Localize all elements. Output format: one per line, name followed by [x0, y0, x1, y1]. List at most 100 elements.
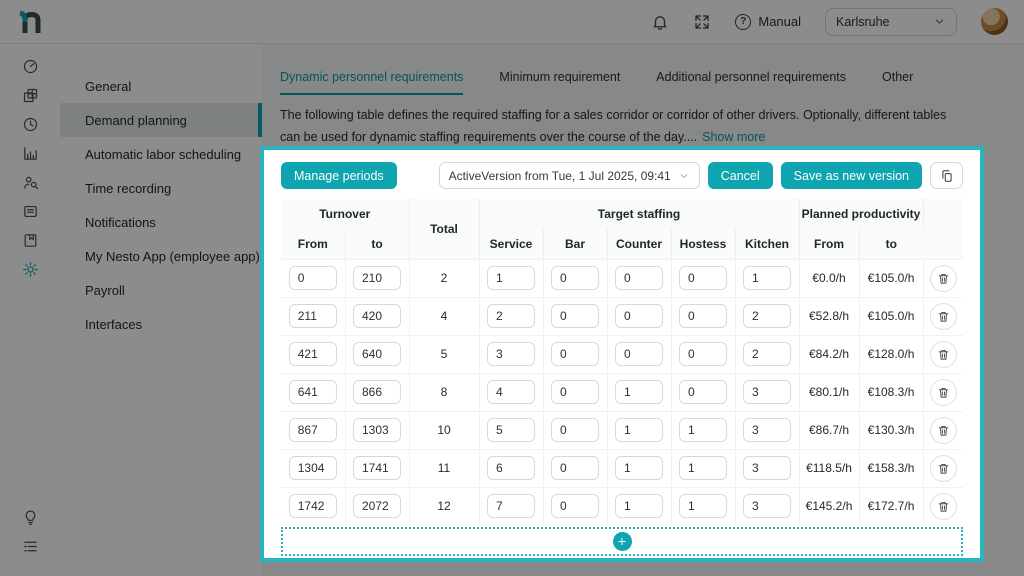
turnover-to-input[interactable] — [353, 494, 401, 518]
hostess-input[interactable] — [679, 418, 727, 442]
counter-input[interactable] — [615, 456, 663, 480]
turnover-to-input[interactable] — [353, 342, 401, 366]
hostess-input[interactable] — [679, 494, 727, 518]
turnover-to-input[interactable] — [353, 380, 401, 404]
sidebar-item-my-nesto-app[interactable]: My Nesto App (employee app) — [60, 239, 262, 273]
bar-input[interactable] — [551, 494, 599, 518]
productivity-from: €86.7/h — [809, 423, 849, 437]
version-dropdown[interactable]: ActiveVersion from Tue, 1 Jul 2025, 09:4… — [439, 162, 700, 189]
service-input[interactable] — [487, 494, 535, 518]
manual-button[interactable]: Manual — [735, 14, 801, 30]
bar-input[interactable] — [551, 342, 599, 366]
clock-icon[interactable] — [21, 115, 39, 133]
service-input[interactable] — [487, 418, 535, 442]
schedule-icon[interactable] — [21, 86, 39, 104]
kitchen-input[interactable] — [743, 418, 791, 442]
list-icon[interactable] — [21, 537, 39, 555]
manage-periods-button[interactable]: Manage periods — [281, 162, 397, 189]
bar-input[interactable] — [551, 266, 599, 290]
sidebar-item-notifications[interactable]: Notifications — [60, 205, 262, 239]
turnover-from-input[interactable] — [289, 418, 337, 442]
counter-input[interactable] — [615, 304, 663, 328]
copy-button[interactable] — [930, 162, 963, 189]
chart-icon[interactable] — [21, 144, 39, 162]
cancel-button[interactable]: Cancel — [708, 162, 773, 189]
counter-input[interactable] — [615, 418, 663, 442]
bell-icon[interactable] — [651, 13, 669, 31]
hostess-input[interactable] — [679, 266, 727, 290]
bar-input[interactable] — [551, 304, 599, 328]
save-as-new-version-button[interactable]: Save as new version — [781, 162, 922, 189]
turnover-from-input[interactable] — [289, 494, 337, 518]
lightbulb-icon[interactable] — [21, 508, 39, 526]
kitchen-input[interactable] — [743, 494, 791, 518]
counter-input[interactable] — [615, 342, 663, 366]
expand-icon[interactable] — [693, 13, 711, 31]
delete-row-button[interactable] — [930, 379, 957, 406]
productivity-from: €80.1/h — [809, 385, 849, 399]
delete-row-button[interactable] — [930, 417, 957, 444]
table-row: 5€84.2/h€128.0/h — [281, 335, 963, 373]
trash-icon — [937, 424, 950, 437]
delete-row-button[interactable] — [930, 493, 957, 520]
show-more-link[interactable]: Show more — [702, 130, 765, 144]
kitchen-input[interactable] — [743, 266, 791, 290]
service-input[interactable] — [487, 456, 535, 480]
hostess-input[interactable] — [679, 342, 727, 366]
avatar[interactable] — [981, 8, 1008, 35]
version-label: ActiveVersion from Tue, 1 Jul 2025, 09:4… — [449, 169, 671, 183]
turnover-to-input[interactable] — [353, 456, 401, 480]
delete-row-button[interactable] — [930, 303, 957, 330]
gear-icon[interactable] — [21, 260, 39, 278]
bar-input[interactable] — [551, 418, 599, 442]
hostess-input[interactable] — [679, 456, 727, 480]
add-row-button[interactable] — [613, 532, 632, 551]
kitchen-input[interactable] — [743, 342, 791, 366]
turnover-from-input[interactable] — [289, 342, 337, 366]
kitchen-input[interactable] — [743, 380, 791, 404]
delete-row-button[interactable] — [930, 341, 957, 368]
counter-input[interactable] — [615, 380, 663, 404]
tab-dynamic-personnel-requirements[interactable]: Dynamic personnel requirements — [280, 70, 463, 95]
counter-input[interactable] — [615, 266, 663, 290]
sidebar-item-payroll[interactable]: Payroll — [60, 273, 262, 307]
counter-input[interactable] — [615, 494, 663, 518]
hostess-input[interactable] — [679, 304, 727, 328]
sidebar-item-demand-planning[interactable]: Demand planning — [60, 103, 262, 137]
turnover-from-input[interactable] — [289, 380, 337, 404]
hostess-input[interactable] — [679, 380, 727, 404]
service-input[interactable] — [487, 380, 535, 404]
service-input[interactable] — [487, 266, 535, 290]
sidebar-item-automatic-labor-scheduling[interactable]: Automatic labor scheduling — [60, 137, 262, 171]
sidebar-item-interfaces[interactable]: Interfaces — [60, 307, 262, 341]
delete-row-button[interactable] — [930, 455, 957, 482]
bar-input[interactable] — [551, 380, 599, 404]
bar-input[interactable] — [551, 456, 599, 480]
turnover-from-input[interactable] — [289, 456, 337, 480]
service-input[interactable] — [487, 304, 535, 328]
bookmark-icon[interactable] — [21, 231, 39, 249]
productivity-from: €145.2/h — [806, 499, 853, 513]
tab-minimum-requirement[interactable]: Minimum requirement — [499, 70, 620, 95]
table-row: 12€145.2/h€172.7/h — [281, 487, 963, 525]
icon-rail — [0, 44, 60, 576]
turnover-to-input[interactable] — [353, 418, 401, 442]
location-dropdown[interactable]: Karlsruhe — [825, 8, 957, 36]
tab-additional-personnel-requirements[interactable]: Additional personnel requirements — [656, 70, 846, 95]
turnover-from-input[interactable] — [289, 304, 337, 328]
turnover-from-input[interactable] — [289, 266, 337, 290]
kitchen-input[interactable] — [743, 304, 791, 328]
sidebar-item-general[interactable]: General — [60, 69, 262, 103]
turnover-to-input[interactable] — [353, 304, 401, 328]
tab-other[interactable]: Other — [882, 70, 913, 95]
service-input[interactable] — [487, 342, 535, 366]
sidebar-item-time-recording[interactable]: Time recording — [60, 171, 262, 205]
turnover-to-input[interactable] — [353, 266, 401, 290]
kitchen-input[interactable] — [743, 456, 791, 480]
dashboard-icon[interactable] — [21, 57, 39, 75]
card-icon[interactable] — [21, 202, 39, 220]
column-header-hostess: Hostess — [671, 229, 735, 259]
employees-icon[interactable] — [21, 173, 39, 191]
productivity-from: €0.0/h — [812, 271, 845, 285]
delete-row-button[interactable] — [930, 265, 957, 292]
